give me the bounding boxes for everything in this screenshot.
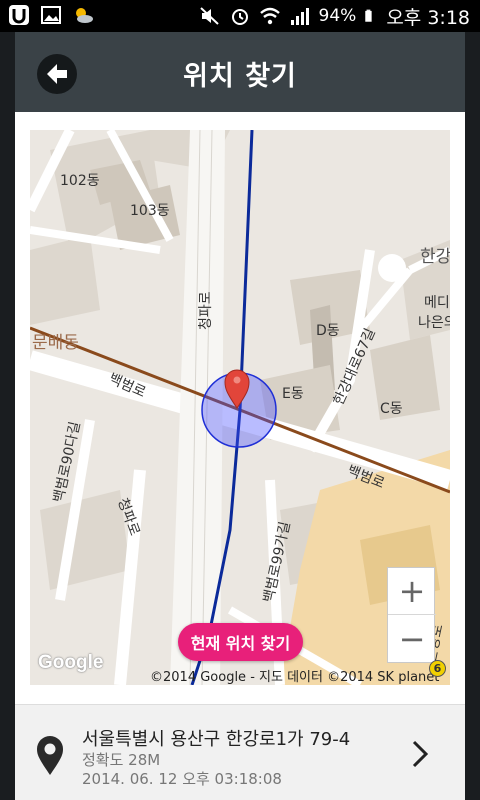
map-badge: 6: [429, 660, 446, 677]
chevron-right-icon[interactable]: [410, 739, 430, 769]
battery-percent: 94%: [318, 6, 357, 26]
address-text: 서울특별시 용산구 한강로1가 79-4: [82, 729, 351, 750]
timestamp-text: 2014. 06. 12 오후 03:18:08: [82, 770, 282, 788]
wifi-icon: [259, 7, 280, 25]
zoom-out-button[interactable]: −: [388, 615, 436, 662]
map-label-c: C동: [380, 401, 403, 417]
map-credit: ©2014 Google - 지도 데이터 ©2014 SK planet: [150, 670, 440, 685]
image-icon: [41, 6, 61, 24]
location-pin-icon: [37, 736, 63, 775]
address-bar[interactable]: 서울특별시 용산구 한강로1가 79-4 정확도 28M 2014. 06. 1…: [15, 704, 465, 800]
page-title: 위치 찾기: [183, 61, 297, 92]
map-label-cheongpa-1: 청파로: [198, 291, 214, 330]
map-label-e: E동: [282, 386, 304, 402]
find-current-location-button[interactable]: 현재 위치 찾기: [178, 623, 303, 661]
map-view[interactable]: 102동 103동 D동 E동 C동 문배동 백범로 백범로 청파로 청파로 백…: [30, 130, 450, 685]
map-label-103: 103동: [130, 203, 170, 219]
zoom-in-button[interactable]: +: [388, 568, 436, 615]
zoom-control: + −: [387, 567, 436, 663]
status-bar: 94% 오후 3:18: [0, 0, 480, 32]
map-label-d: D동: [316, 323, 340, 339]
map-label-munbae: 문배동: [32, 333, 79, 353]
battery-icon: [365, 9, 372, 22]
accuracy-text: 정확도 28M: [82, 751, 161, 769]
map-label-hanggang: 한강: [420, 247, 450, 267]
mute-icon: [199, 7, 219, 25]
app-header: 위치 찾기: [15, 32, 465, 112]
signal-icon: [290, 8, 309, 25]
map-label-naeun: 나은의: [418, 315, 450, 331]
weather-icon: [76, 8, 93, 23]
map-label-102: 102동: [60, 173, 100, 189]
map-label-medi: 메디: [424, 295, 450, 311]
clock: 오후 3:18: [386, 6, 470, 29]
google-logo: Google: [38, 652, 104, 673]
alarm-icon: [231, 9, 248, 25]
u-plus-icon: [9, 5, 29, 25]
